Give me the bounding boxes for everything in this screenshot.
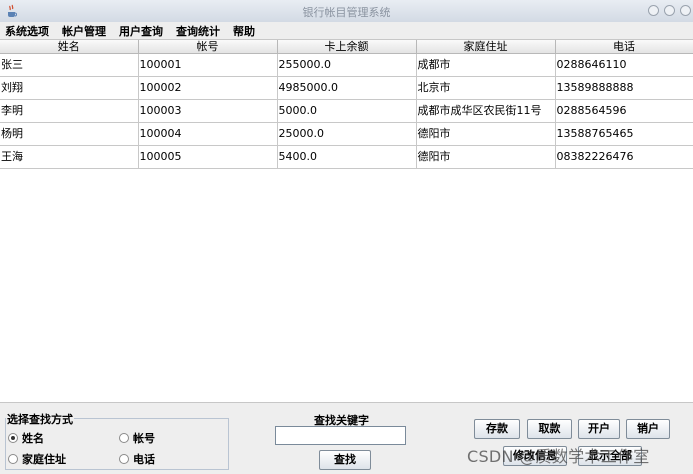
radio-checked-icon: [8, 433, 18, 443]
radio-label-address: 家庭住址: [22, 453, 66, 466]
cell-balance[interactable]: 5000.0: [277, 99, 417, 123]
keyword-input[interactable]: [275, 426, 406, 445]
search-button[interactable]: 查找: [319, 450, 371, 470]
cell-balance[interactable]: 255000.0: [277, 53, 417, 77]
cell-address[interactable]: 北京市: [416, 76, 556, 100]
cell-phone[interactable]: 0288646110: [555, 53, 693, 77]
column-header-address[interactable]: 家庭住址: [416, 40, 556, 54]
radio-by-phone[interactable]: 电话: [119, 451, 155, 467]
radio-unchecked-icon: [119, 433, 129, 443]
menu-bar: 系统选项 帐户管理 用户查询 查询统计 帮助: [0, 22, 693, 39]
cell-address[interactable]: 德阳市: [416, 145, 556, 169]
menu-help[interactable]: 帮助: [233, 23, 255, 39]
cell-balance[interactable]: 4985000.0: [277, 76, 417, 100]
cell-name[interactable]: 张三: [0, 53, 139, 77]
accounts-table-panel: 姓名 帐号 卡上余额 家庭住址 电话 张三 100001 255000.0 成都…: [0, 39, 693, 403]
radio-label-account: 帐号: [133, 432, 155, 445]
cell-phone[interactable]: 08382226476: [555, 145, 693, 169]
table-row[interactable]: 张三 100001 255000.0 成都市 0288646110: [0, 53, 693, 77]
radio-label-name: 姓名: [22, 432, 44, 445]
cell-name[interactable]: 杨明: [0, 122, 139, 146]
radio-by-name[interactable]: 姓名: [8, 430, 44, 446]
cell-balance[interactable]: 25000.0: [277, 122, 417, 146]
withdraw-button[interactable]: 取款: [527, 419, 572, 439]
column-header-balance[interactable]: 卡上余额: [277, 40, 417, 54]
menu-user-query[interactable]: 用户查询: [119, 23, 163, 39]
cell-account[interactable]: 100001: [138, 53, 278, 77]
radio-by-account[interactable]: 帐号: [119, 430, 155, 446]
table-row[interactable]: 刘翔 100002 4985000.0 北京市 13589888888: [0, 76, 693, 100]
maximize-button[interactable]: [664, 5, 675, 16]
radio-label-phone: 电话: [133, 453, 155, 466]
column-header-account[interactable]: 帐号: [138, 40, 278, 54]
radio-unchecked-icon: [8, 454, 18, 464]
cell-address[interactable]: 成都市成华区农民街11号: [416, 99, 556, 123]
table-row[interactable]: 杨明 100004 25000.0 德阳市 13588765465: [0, 122, 693, 146]
table-row[interactable]: 王海 100005 5400.0 德阳市 08382226476: [0, 145, 693, 169]
close-button[interactable]: [680, 5, 691, 16]
radio-unchecked-icon: [119, 454, 129, 464]
cell-phone[interactable]: 13588765465: [555, 122, 693, 146]
column-header-name[interactable]: 姓名: [0, 40, 139, 54]
deposit-button[interactable]: 存款: [474, 419, 520, 439]
cell-account[interactable]: 100002: [138, 76, 278, 100]
csdn-watermark: CSDN @质数学术工作室: [467, 447, 650, 466]
cell-name[interactable]: 李明: [0, 99, 139, 123]
cell-account[interactable]: 100004: [138, 122, 278, 146]
cell-phone[interactable]: 13589888888: [555, 76, 693, 100]
cell-account[interactable]: 100005: [138, 145, 278, 169]
window-title: 银行帐目管理系统: [302, 6, 391, 19]
cell-balance[interactable]: 5400.0: [277, 145, 417, 169]
accounts-table: 姓名 帐号 卡上余额 家庭住址 电话 张三 100001 255000.0 成都…: [0, 40, 693, 169]
menu-query-statistics[interactable]: 查询统计: [176, 23, 220, 39]
close-account-button[interactable]: 销户: [626, 419, 670, 439]
menu-system-options[interactable]: 系统选项: [5, 23, 49, 39]
cell-name[interactable]: 王海: [0, 145, 139, 169]
title-bar: 银行帐目管理系统: [0, 0, 693, 23]
cell-phone[interactable]: 0288564596: [555, 99, 693, 123]
search-mode-title: 选择查找方式: [6, 411, 74, 427]
open-account-button[interactable]: 开户: [578, 419, 620, 439]
cell-account[interactable]: 100003: [138, 99, 278, 123]
column-header-phone[interactable]: 电话: [555, 40, 693, 54]
table-row[interactable]: 李明 100003 5000.0 成都市成华区农民街11号 0288564596: [0, 99, 693, 123]
cell-address[interactable]: 成都市: [416, 53, 556, 77]
minimize-button[interactable]: [648, 5, 659, 16]
cell-address[interactable]: 德阳市: [416, 122, 556, 146]
menu-account-management[interactable]: 帐户管理: [62, 23, 106, 39]
cell-name[interactable]: 刘翔: [0, 76, 139, 100]
table-header-row: 姓名 帐号 卡上余额 家庭住址 电话: [0, 40, 693, 54]
radio-by-address[interactable]: 家庭住址: [8, 451, 66, 467]
